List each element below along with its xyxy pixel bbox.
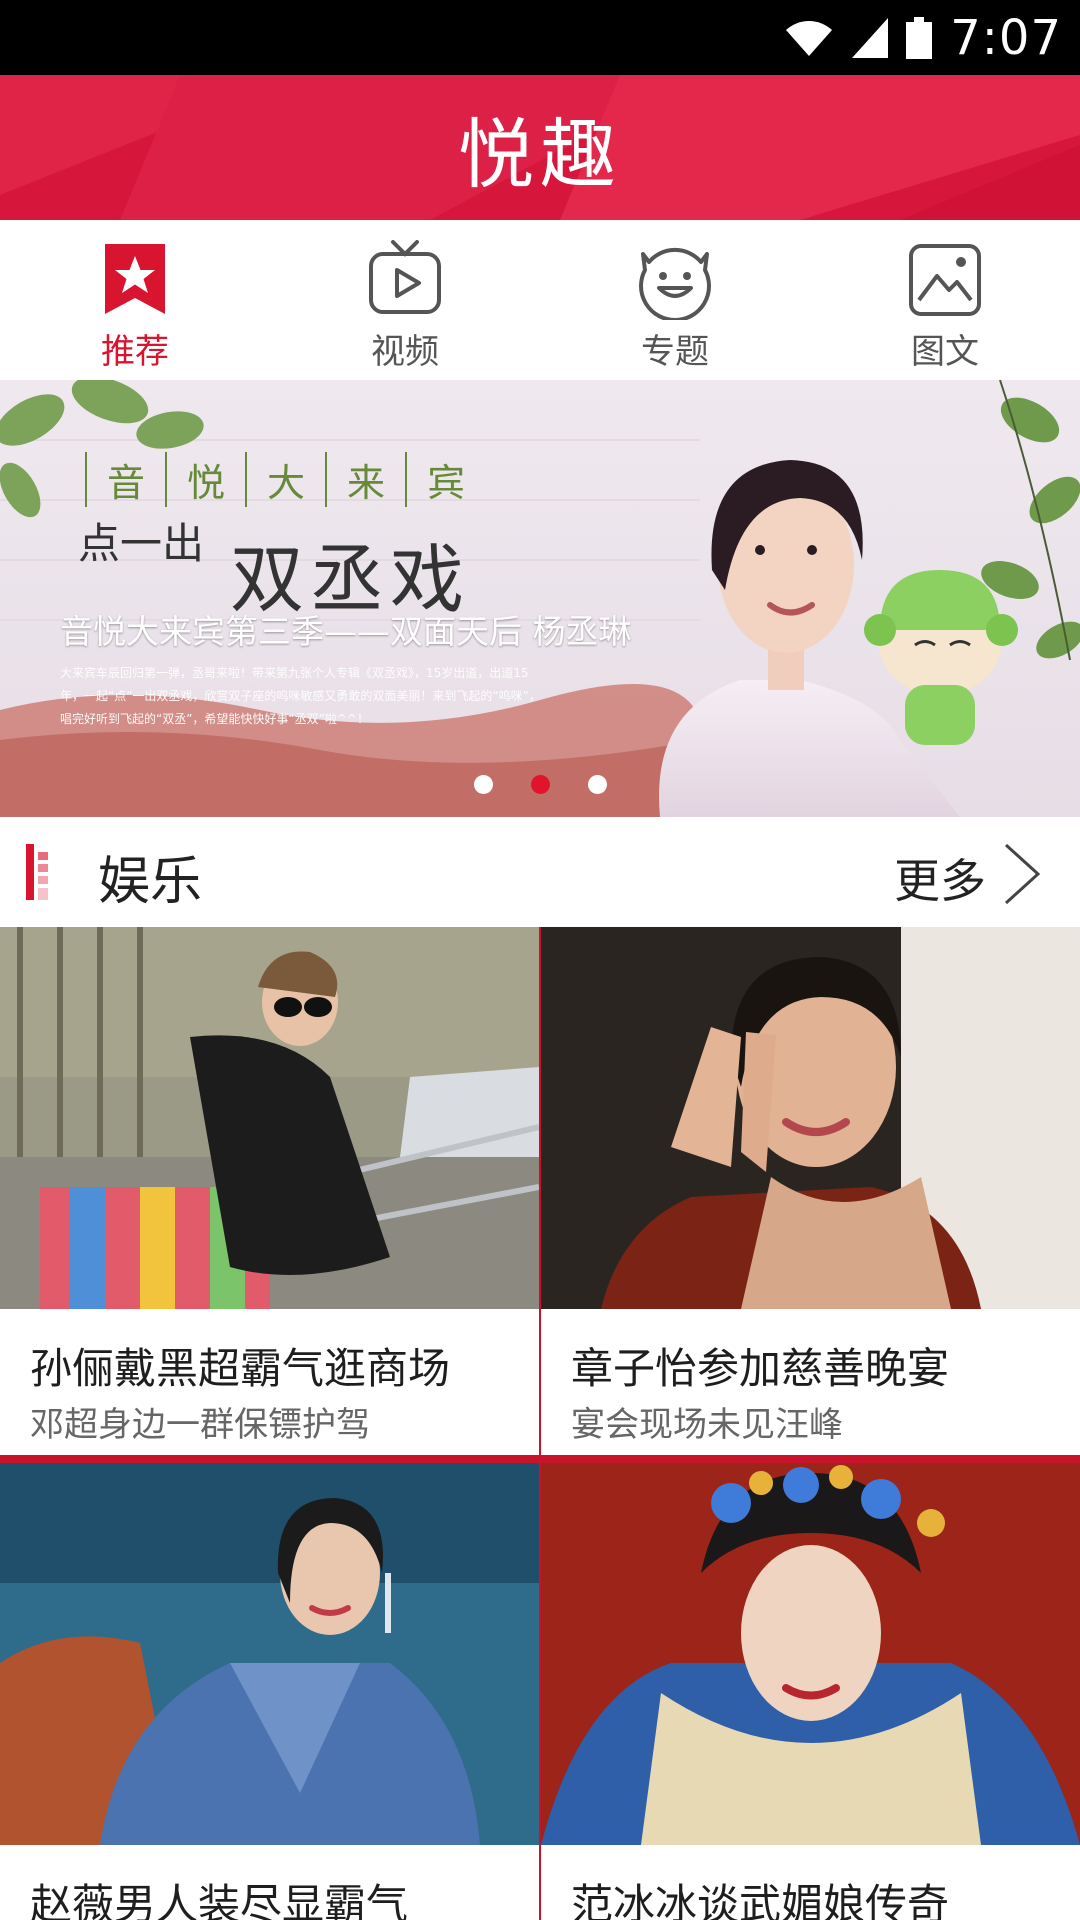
- tab-topic[interactable]: 专题: [540, 220, 810, 380]
- star-bookmark-icon: [105, 244, 165, 314]
- category-tabs: 推荐 视频 专题 图文: [0, 220, 1080, 382]
- news-card[interactable]: 赵薇男人装尽显霸气: [0, 1463, 539, 1920]
- section-bars-icon: [26, 844, 48, 900]
- tab-gallery[interactable]: 图文: [810, 220, 1080, 380]
- card-image: [0, 927, 539, 1309]
- pagination-dot-active[interactable]: [530, 775, 550, 794]
- banner-description: 大来宾车辰回归第一弹，丞哥来啦！带来第九张个人专辑《双丞戏》，15岁出道，出道1…: [60, 666, 541, 726]
- banner-pagination: [0, 775, 1080, 794]
- news-card[interactable]: 孙俪戴黑超霸气逛商场 邓超身边一群保镖护驾: [0, 927, 539, 1455]
- tab-label: 图文: [911, 332, 979, 372]
- tab-label: 视频: [371, 332, 439, 372]
- banner-image: [0, 380, 1080, 817]
- news-grid: 孙俪戴黑超霸气逛商场 邓超身边一群保镖护驾 章子怡参加慈善晚宴 宴会现场未见汪峰: [0, 927, 1080, 1920]
- tab-label: 专题: [641, 332, 709, 372]
- banner-caption: 音悦大来宾第三季——双面天后 杨丞琳: [60, 612, 632, 651]
- tv-play-icon: [369, 240, 441, 314]
- battery-icon: [906, 16, 933, 59]
- tab-recommend[interactable]: 推荐: [0, 220, 270, 380]
- banner-calligraphy-row: 音 悦 大 来 宾: [85, 452, 465, 507]
- chevron-right-icon[interactable]: [1000, 841, 1044, 907]
- picture-icon: [909, 244, 981, 316]
- section-header-entertainment: 娱乐 更多: [0, 817, 1080, 927]
- app-title: 悦趣: [458, 109, 622, 199]
- status-bar: 7:07: [0, 0, 1080, 75]
- news-card[interactable]: 范冰冰谈武媚娘传奇: [541, 1463, 1080, 1920]
- pagination-dot[interactable]: [587, 775, 607, 794]
- card-title: 孙俪戴黑超霸气逛商场: [30, 1344, 451, 1393]
- wifi-icon: [786, 20, 833, 56]
- tab-label: 推荐: [101, 332, 169, 372]
- card-image: [541, 1463, 1080, 1845]
- card-title: 章子怡参加慈善晚宴: [571, 1344, 950, 1393]
- banner-calligraphy-small: 点一出: [78, 519, 205, 568]
- more-link[interactable]: 更多: [894, 845, 986, 911]
- pagination-dot[interactable]: [473, 775, 493, 794]
- card-image: [0, 1463, 539, 1845]
- card-subtitle: 宴会现场未见汪峰: [571, 1405, 843, 1445]
- card-image: [541, 927, 1080, 1309]
- card-title: 赵薇男人装尽显霸气: [30, 1880, 409, 1920]
- smiley-icon: [639, 247, 711, 320]
- app-header: 悦趣: [0, 75, 1080, 220]
- featured-banner[interactable]: 音 悦 大 来 宾 点一出 双丞戏 音悦大来宾第三季——双面天后 杨丞琳 大来宾…: [0, 380, 1080, 817]
- news-card[interactable]: 章子怡参加慈善晚宴 宴会现场未见汪峰: [541, 927, 1080, 1455]
- signal-icon: [852, 17, 889, 58]
- tab-video[interactable]: 视频: [270, 220, 540, 380]
- card-title: 范冰冰谈武媚娘传奇: [571, 1880, 950, 1920]
- section-title: 娱乐: [98, 852, 203, 912]
- card-subtitle: 邓超身边一群保镖护驾: [30, 1405, 370, 1445]
- status-time: 7:07: [950, 9, 1062, 66]
